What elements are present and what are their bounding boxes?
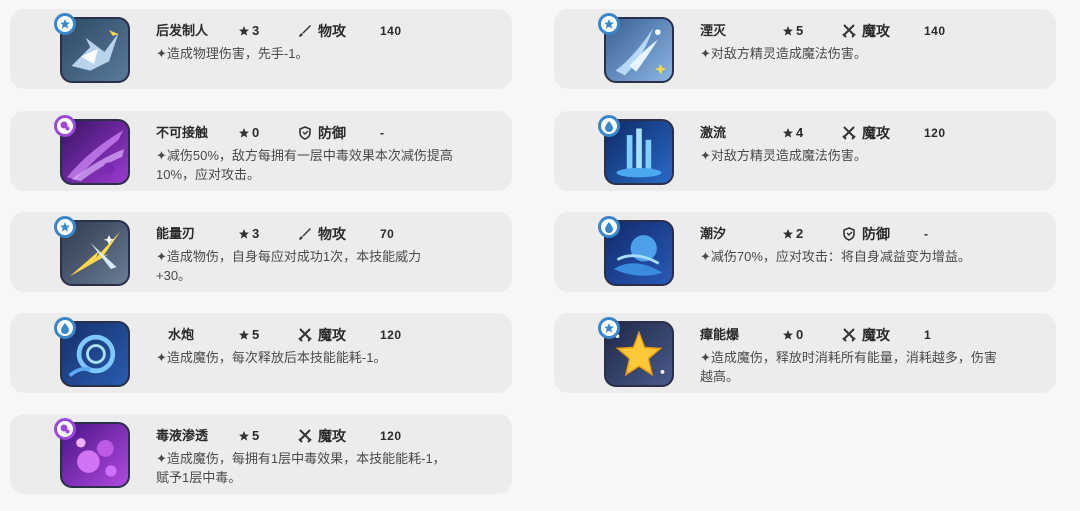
skill-cost: 0 xyxy=(782,325,803,345)
skill-card[interactable]: 不可接触 0 防御 - ✦减伤50%，敌方每拥有一层中毒效果本次减伤提高10%，… xyxy=(10,111,512,191)
skill-card[interactable]: 水炮 5 魔攻 120 ✦造成魔伤，每次释放后本技能能耗-1。 xyxy=(10,313,512,393)
star-icon xyxy=(239,26,249,36)
skill-card[interactable]: 瘴能爆 0 魔攻 1 ✦造成魔伤，释放时消耗所有能量，消耗越多，伤害越高。 xyxy=(554,313,1056,393)
poison-element-icon xyxy=(54,418,76,440)
normal-element-icon xyxy=(598,317,620,339)
normal-element-icon xyxy=(54,216,76,238)
skill-power: 1 xyxy=(924,328,932,342)
skill-power: 120 xyxy=(380,429,402,443)
crossed-swords-icon xyxy=(842,24,856,38)
skill-cost: 3 xyxy=(238,21,259,41)
crossed-swords-icon xyxy=(842,126,856,140)
star-icon xyxy=(239,330,249,340)
skill-name: 水炮 xyxy=(168,327,195,342)
skill-power: 140 xyxy=(924,24,946,38)
skill-icon xyxy=(598,13,676,85)
skill-description: ✦减伤50%，敌方每拥有一层中毒效果本次减伤提高10%，应对攻击。 xyxy=(156,148,453,182)
skill-icon xyxy=(598,317,676,389)
normal-element-icon xyxy=(54,13,76,35)
normal-element-icon xyxy=(598,13,620,35)
star-icon xyxy=(239,229,249,239)
skill-cost: 0 xyxy=(238,123,259,143)
skill-icon xyxy=(54,115,132,187)
star-icon xyxy=(239,128,249,138)
skill-card[interactable]: 毒液渗透 5 魔攻 120 ✦造成魔伤，每拥有1层中毒效果，本技能能耗-1，赋予… xyxy=(10,414,512,494)
skill-description: ✦造成物伤，自身每应对成功1次，本技能威力+30。 xyxy=(156,249,422,283)
skill-card[interactable]: 湮灭 5 魔攻 140 ✦对敌方精灵造成魔法伤害。 xyxy=(554,9,1056,89)
skill-card[interactable]: 潮汐 2 防御 - ✦减伤70%，应对攻击：将自身减益变为增益。 xyxy=(554,212,1056,292)
poison-element-icon xyxy=(54,115,76,137)
skill-cost: 5 xyxy=(238,426,259,446)
skill-name: 瘴能爆 xyxy=(700,327,740,342)
skill-description: ✦造成魔伤，释放时消耗所有能量，消耗越多，伤害越高。 xyxy=(700,350,997,384)
star-icon xyxy=(783,128,793,138)
star-icon xyxy=(239,431,249,441)
skill-category: 魔攻 xyxy=(842,21,890,41)
skill-category: 防御 xyxy=(842,224,890,244)
skill-icon xyxy=(54,418,132,490)
skill-category: 物攻 xyxy=(298,21,346,41)
skill-name: 激流 xyxy=(700,125,727,140)
skill-name: 潮汐 xyxy=(700,226,727,241)
skill-name: 毒液渗透 xyxy=(156,428,209,443)
sword-icon xyxy=(299,25,311,37)
skill-description: ✦减伤70%，应对攻击：将自身减益变为增益。 xyxy=(700,249,971,264)
skill-power: 120 xyxy=(380,328,402,342)
crossed-swords-icon xyxy=(298,429,312,443)
skill-description: ✦造成物理伤害，先手-1。 xyxy=(156,46,309,61)
skill-description: ✦对敌方精灵造成魔法伤害。 xyxy=(700,46,867,61)
skill-cost: 4 xyxy=(782,123,803,143)
shield-icon xyxy=(843,227,855,241)
skill-card[interactable]: 激流 4 魔攻 120 ✦对敌方精灵造成魔法伤害。 xyxy=(554,111,1056,191)
skill-power: 140 xyxy=(380,24,402,38)
skill-description: ✦造成魔伤，每次释放后本技能能耗-1。 xyxy=(156,350,387,365)
skill-power: 70 xyxy=(380,227,395,241)
skill-cost: 5 xyxy=(782,21,803,41)
skill-icon xyxy=(598,115,676,187)
skill-category: 防御 xyxy=(298,123,346,143)
skill-icon xyxy=(54,317,132,389)
skill-icon xyxy=(54,216,132,288)
skill-category: 魔攻 xyxy=(842,123,890,143)
skill-name: 湮灭 xyxy=(700,23,727,38)
skill-power: 120 xyxy=(924,126,946,140)
skill-cost: 3 xyxy=(238,224,259,244)
skill-cost: 5 xyxy=(238,325,259,345)
water-drop-icon xyxy=(598,216,620,238)
skill-icon xyxy=(54,13,132,85)
skill-card[interactable]: 后发制人 3 物攻 140 ✦造成物理伤害，先手-1。 xyxy=(10,9,512,89)
skill-description: ✦造成魔伤，每拥有1层中毒效果，本技能能耗-1，赋予1层中毒。 xyxy=(156,451,446,485)
crossed-swords-icon xyxy=(298,328,312,342)
crossed-swords-icon xyxy=(842,328,856,342)
skill-category: 物攻 xyxy=(298,224,346,244)
skill-power: - xyxy=(380,126,385,140)
star-icon xyxy=(783,26,793,36)
skill-category: 魔攻 xyxy=(298,325,346,345)
skill-card[interactable]: 能量刃 3 物攻 70 ✦造成物伤，自身每应对成功1次，本技能威力+30。 xyxy=(10,212,512,292)
shield-icon xyxy=(299,126,311,140)
skill-name: 后发制人 xyxy=(156,23,209,38)
skill-category: 魔攻 xyxy=(298,426,346,446)
star-icon xyxy=(783,229,793,239)
skill-description: ✦对敌方精灵造成魔法伤害。 xyxy=(700,148,867,163)
sword-icon xyxy=(299,228,311,240)
water-drop-icon xyxy=(54,317,76,339)
skill-power: - xyxy=(924,227,929,241)
skill-icon xyxy=(598,216,676,288)
water-drop-icon xyxy=(598,115,620,137)
skill-name: 不可接触 xyxy=(156,125,209,140)
skill-name: 能量刃 xyxy=(156,226,196,241)
skill-category: 魔攻 xyxy=(842,325,890,345)
skill-cost: 2 xyxy=(782,224,803,244)
star-icon xyxy=(783,330,793,340)
